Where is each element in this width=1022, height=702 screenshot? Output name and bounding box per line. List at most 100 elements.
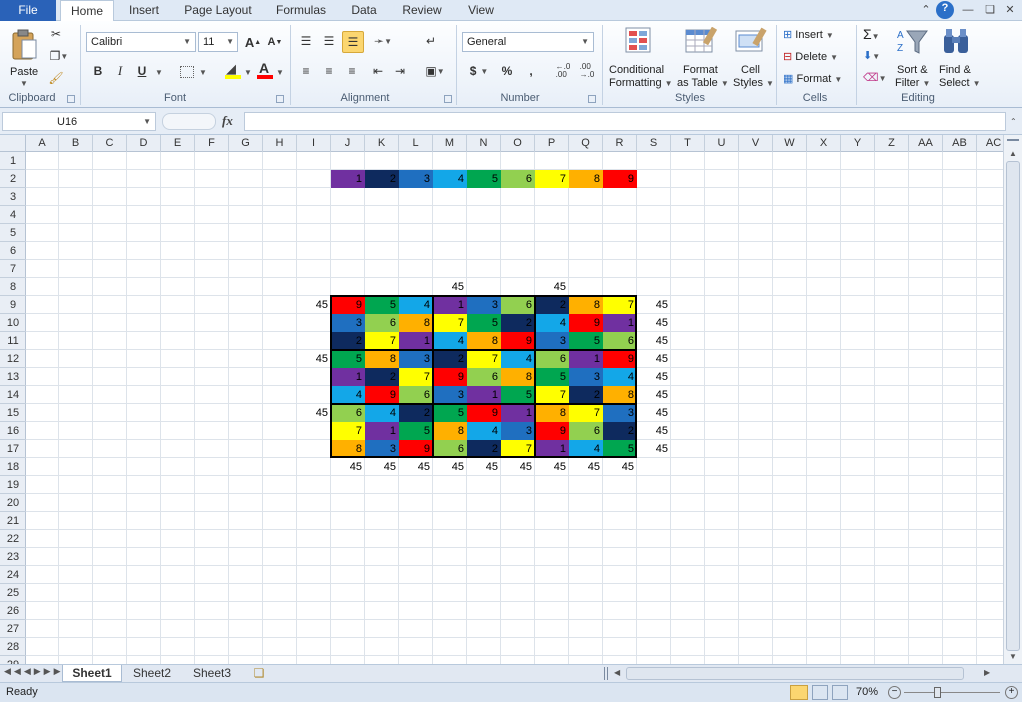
bottom-sum-cell[interactable]: 45	[433, 458, 467, 476]
bottom-sum-cell[interactable]: 45	[501, 458, 535, 476]
right-sum-cell[interactable]: 45	[637, 296, 671, 314]
sudoku-cell[interactable]: 7	[467, 350, 501, 368]
borders-icon[interactable]	[180, 66, 194, 78]
column-header-j[interactable]: J	[331, 135, 365, 152]
page-break-view-icon[interactable]	[832, 685, 848, 700]
fill-color-dropdown-icon[interactable]: ▼	[244, 68, 252, 77]
row-header-19[interactable]: 19	[0, 476, 26, 494]
align-left-icon[interactable]: ≡	[296, 61, 316, 81]
horizontal-scroll-thumb[interactable]	[626, 667, 964, 680]
split-handle-icon[interactable]	[1007, 139, 1019, 145]
bottom-sum-cell[interactable]: 45	[467, 458, 501, 476]
row-header-2[interactable]: 2	[0, 170, 26, 188]
sudoku-cell[interactable]: 9	[399, 440, 433, 458]
column-header-p[interactable]: P	[535, 135, 569, 152]
font-name-select[interactable]: Calibri ▼	[86, 32, 196, 52]
bottom-sum-cell[interactable]: 45	[331, 458, 365, 476]
sudoku-cell[interactable]: 9	[603, 350, 637, 368]
align-middle-icon[interactable]: ☰	[319, 31, 339, 51]
zoom-slider[interactable]	[904, 692, 1000, 693]
sudoku-cell[interactable]: 3	[399, 350, 433, 368]
italic-button[interactable]: I	[111, 61, 129, 81]
sudoku-cell[interactable]: 6	[365, 314, 399, 332]
sudoku-cell[interactable]: 6	[535, 350, 569, 368]
sudoku-cell[interactable]: 3	[535, 332, 569, 350]
tab-review[interactable]: Review	[396, 0, 448, 21]
sudoku-cell[interactable]: 3	[433, 386, 467, 404]
sudoku-cell[interactable]: 4	[535, 314, 569, 332]
column-header-n[interactable]: N	[467, 135, 501, 152]
sudoku-cell[interactable]: 2	[603, 422, 637, 440]
vertical-scrollbar[interactable]: ▲ ▼	[1003, 135, 1022, 664]
sudoku-cell[interactable]: 5	[399, 422, 433, 440]
bottom-sum-cell[interactable]: 45	[365, 458, 399, 476]
borders-dropdown-icon[interactable]: ▼	[199, 68, 207, 77]
wrap-text-icon[interactable]: ↵	[420, 31, 442, 51]
sudoku-cell[interactable]: 7	[535, 386, 569, 404]
row-header-13[interactable]: 13	[0, 368, 26, 386]
sudoku-cell[interactable]: 1	[501, 404, 535, 422]
column-header-s[interactable]: S	[637, 135, 671, 152]
row-header-8[interactable]: 8	[0, 278, 26, 296]
autosum-button[interactable]: Σ▼	[862, 25, 888, 43]
formula-bar-resize-handle[interactable]	[162, 113, 216, 130]
sudoku-cell[interactable]: 6	[399, 386, 433, 404]
row-header-15[interactable]: 15	[0, 404, 26, 422]
normal-view-icon[interactable]	[790, 685, 808, 700]
sudoku-cell[interactable]: 7	[603, 296, 637, 314]
column-header-b[interactable]: B	[59, 135, 93, 152]
font-color-button[interactable]: A	[256, 60, 274, 81]
row-header-27[interactable]: 27	[0, 620, 26, 638]
scroll-down-icon[interactable]: ▼	[1009, 652, 1017, 661]
column-header-g[interactable]: G	[229, 135, 263, 152]
currency-button[interactable]: $ ▼	[466, 61, 492, 81]
sudoku-cell[interactable]: 6	[569, 422, 603, 440]
sudoku-cell[interactable]: 5	[365, 296, 399, 314]
sudoku-cell[interactable]: 9	[535, 422, 569, 440]
left-sum-cell[interactable]: 45	[297, 404, 331, 422]
sheet-tab-2[interactable]: Sheet2	[124, 665, 180, 682]
sudoku-cell[interactable]: 4	[603, 368, 637, 386]
zoom-in-icon[interactable]: +	[1005, 686, 1018, 699]
sudoku-cell[interactable]: 2	[399, 404, 433, 422]
cut-icon[interactable]: ✂	[46, 25, 66, 43]
fill-button[interactable]: ⬇▼	[862, 48, 888, 66]
sudoku-cell[interactable]: 2	[535, 296, 569, 314]
zoom-out-icon[interactable]: −	[888, 686, 901, 699]
sudoku-cell[interactable]: 4	[569, 440, 603, 458]
legend-cell-2[interactable]: 2	[365, 170, 399, 188]
row-header-18[interactable]: 18	[0, 458, 26, 476]
column-header-w[interactable]: W	[773, 135, 807, 152]
sudoku-cell[interactable]: 8	[365, 350, 399, 368]
sudoku-cell[interactable]: 1	[331, 368, 365, 386]
decrease-decimal-button[interactable]: .00 →.0	[576, 61, 598, 81]
sudoku-cell[interactable]: 2	[467, 440, 501, 458]
tab-insert[interactable]: Insert	[122, 0, 166, 21]
sudoku-cell[interactable]: 6	[331, 404, 365, 422]
top-sum-cell[interactable]: 45	[433, 278, 467, 296]
sudoku-cell[interactable]: 6	[467, 368, 501, 386]
name-box[interactable]: U16 ▼	[2, 112, 156, 131]
alignment-launcher-icon[interactable]	[444, 95, 452, 103]
font-size-select[interactable]: 11 ▼	[198, 32, 238, 52]
formula-input[interactable]	[244, 112, 1006, 131]
right-sum-cell[interactable]: 45	[637, 422, 671, 440]
scroll-up-icon[interactable]: ▲	[1009, 149, 1017, 158]
row-header-9[interactable]: 9	[0, 296, 26, 314]
sudoku-cell[interactable]: 4	[331, 386, 365, 404]
tab-split-handle[interactable]	[604, 667, 608, 680]
row-header-17[interactable]: 17	[0, 440, 26, 458]
font-launcher-icon[interactable]	[276, 95, 284, 103]
column-header-m[interactable]: M	[433, 135, 467, 152]
sudoku-cell[interactable]: 8	[603, 386, 637, 404]
column-header-i[interactable]: I	[297, 135, 331, 152]
sudoku-cell[interactable]: 9	[467, 404, 501, 422]
scroll-right-icon[interactable]: ▶	[984, 668, 990, 677]
sudoku-cell[interactable]: 2	[365, 368, 399, 386]
sheet-tab-1[interactable]: Sheet1	[62, 665, 122, 682]
tab-formulas[interactable]: Formulas	[270, 0, 332, 21]
sudoku-cell[interactable]: 4	[467, 422, 501, 440]
sudoku-cell[interactable]: 1	[399, 332, 433, 350]
orientation-icon[interactable]: ➛ ▼	[370, 31, 396, 51]
clipboard-launcher-icon[interactable]	[67, 95, 75, 103]
